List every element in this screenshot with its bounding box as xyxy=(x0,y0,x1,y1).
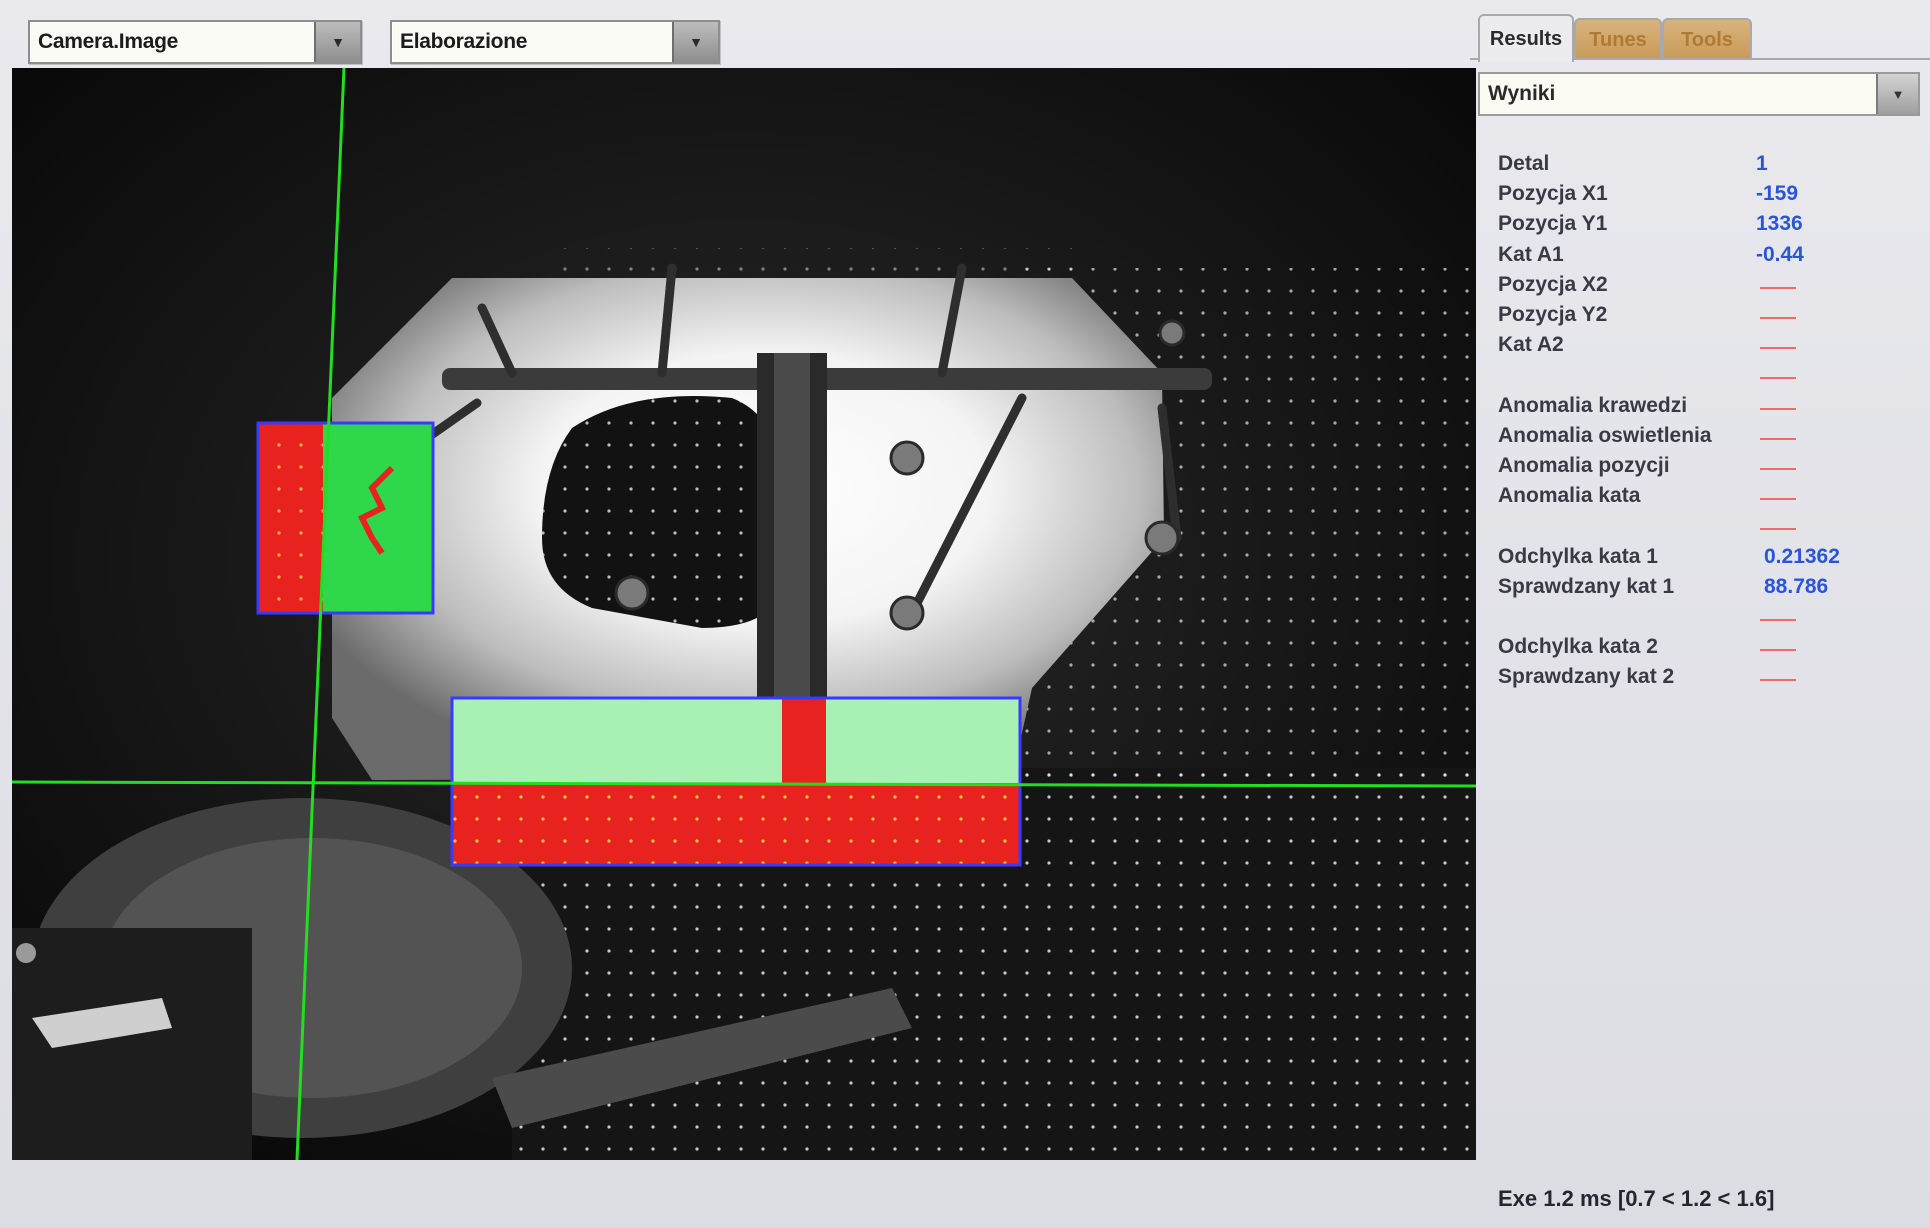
result-row: Odchylka kata 1 0.21362 xyxy=(1498,545,1918,575)
results-view-select[interactable]: Wyniki ▼ xyxy=(1478,72,1920,116)
result-label: Anomalia kata xyxy=(1498,484,1641,508)
camera-image-view[interactable] xyxy=(12,68,1476,1160)
empty-value-dash xyxy=(1760,498,1796,501)
tab-results[interactable]: Results xyxy=(1478,14,1574,62)
result-value: 0.21362 xyxy=(1764,544,1840,568)
empty-value-dash xyxy=(1760,468,1796,470)
result-label: Odchylka kata 2 xyxy=(1498,635,1658,659)
empty-value-dash xyxy=(1760,317,1796,319)
empty-value-dash xyxy=(1760,528,1796,531)
empty-value-dash xyxy=(1760,407,1796,410)
camera-image-canvas xyxy=(12,68,1476,1160)
result-row: Sprawdzany kat 2 xyxy=(1498,665,1918,695)
processing-mode-value: Elaborazione xyxy=(400,30,528,53)
execution-time: Exe 1.2 ms [0.7 < 1.2 < 1.6] xyxy=(1498,1186,1775,1211)
result-label: Anomalia oswietlenia xyxy=(1498,423,1712,447)
chevron-down-icon[interactable]: ▼ xyxy=(1876,74,1918,114)
result-row: Pozycja X2 xyxy=(1498,273,1918,303)
result-row xyxy=(1498,605,1918,635)
results-view-value: Wyniki xyxy=(1488,82,1556,105)
result-row: Detal 1 xyxy=(1498,152,1918,182)
result-label: Pozycja Y1 xyxy=(1498,212,1608,236)
result-row: Anomalia krawedzi xyxy=(1498,394,1918,424)
result-row: Odchylka kata 2 xyxy=(1498,635,1918,665)
result-row: Kat A1 -0.44 xyxy=(1498,243,1918,273)
tab-tunes-label: Tunes xyxy=(1589,28,1647,51)
result-value: -0.44 xyxy=(1756,242,1804,266)
roi-left-pass-zone xyxy=(323,423,433,613)
empty-value-dash xyxy=(1760,679,1796,682)
result-row: Anomalia oswietlenia xyxy=(1498,424,1918,454)
result-label: Sprawdzany kat 1 xyxy=(1498,574,1675,598)
result-row: Sprawdzany kat 1 88.786 xyxy=(1498,575,1918,605)
vision-inspection-window: Camera.Image ▼ Elaborazione ▼ Results Tu… xyxy=(0,0,1930,1228)
processing-mode-select[interactable]: Elaborazione ▼ xyxy=(390,20,720,64)
result-label: Anomalia krawedzi xyxy=(1498,393,1688,417)
empty-value-dash xyxy=(1760,286,1796,289)
empty-value-dash xyxy=(1760,437,1796,440)
result-label: Odchylka kata 1 xyxy=(1498,544,1658,568)
roi-bottom-pass-zone xyxy=(452,698,1020,783)
result-row: Anomalia pozycji xyxy=(1498,454,1918,484)
results-panel: Results Tunes Tools Wyniki ▼ Detal 1 Pozyc… xyxy=(1470,0,1930,1228)
result-label: Pozycja X1 xyxy=(1498,182,1608,206)
result-row xyxy=(1498,514,1918,544)
roi-bottom-post-fail xyxy=(782,698,826,783)
result-label: Anomalia pozycji xyxy=(1498,454,1670,477)
empty-value-dash xyxy=(1760,649,1796,652)
result-value: 1 xyxy=(1756,152,1768,175)
result-row: Pozycja Y2 xyxy=(1498,303,1918,333)
camera-source-value: Camera.Image xyxy=(38,30,178,53)
result-value: 1336 xyxy=(1756,212,1803,236)
result-row: Pozycja Y1 1336 xyxy=(1498,212,1918,242)
result-value: -159 xyxy=(1756,182,1799,206)
result-label: Kat A2 xyxy=(1498,333,1564,357)
tab-tools[interactable]: Tools xyxy=(1662,18,1752,60)
result-row: Anomalia kata xyxy=(1498,484,1918,514)
result-value: 88.786 xyxy=(1764,574,1829,598)
chevron-down-icon[interactable]: ▼ xyxy=(672,22,718,62)
result-row: Kat A2 xyxy=(1498,333,1918,363)
camera-source-select[interactable]: Camera.Image ▼ xyxy=(28,20,362,64)
tab-tunes[interactable]: Tunes xyxy=(1574,18,1662,60)
result-label: Sprawdzany kat 2 xyxy=(1498,665,1675,689)
result-label: Pozycja Y2 xyxy=(1498,303,1608,326)
result-row xyxy=(1498,363,1918,393)
chevron-down-icon[interactable]: ▼ xyxy=(314,22,360,62)
empty-value-dash xyxy=(1760,377,1796,380)
tab-results-label: Results xyxy=(1489,27,1563,50)
result-label: Kat A1 xyxy=(1498,242,1564,266)
result-label: Pozycja X2 xyxy=(1498,272,1608,296)
result-row: Pozycja X1 -159 xyxy=(1498,182,1918,212)
empty-value-dash xyxy=(1760,619,1796,621)
tab-tools-label: Tools xyxy=(1681,28,1733,51)
empty-value-dash xyxy=(1760,347,1796,350)
result-label: Detal xyxy=(1498,152,1550,175)
